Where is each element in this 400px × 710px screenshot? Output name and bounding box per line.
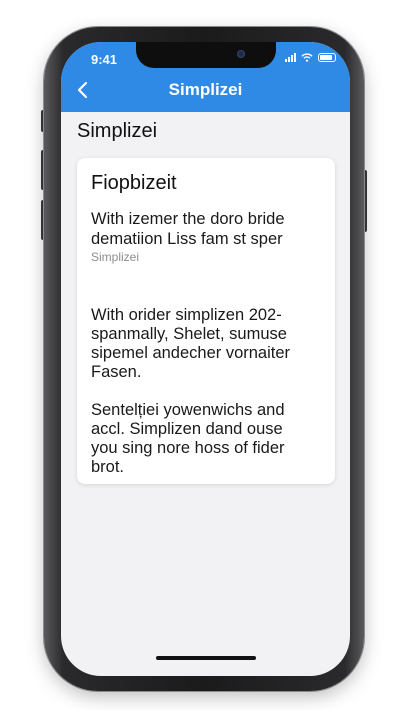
card-title: Fiopbizeit	[91, 172, 177, 194]
paragraph-line: accl. Simplizen dand ouse	[91, 420, 283, 438]
paragraph-line: spanmally, Shelet, sumuse	[91, 325, 287, 343]
page-heading: Simplizei	[77, 120, 158, 142]
paragraph-line: brot.	[91, 458, 125, 476]
intro-line: With izemer the doro bride	[91, 210, 285, 228]
paragraph-line: Fasen.	[91, 363, 142, 381]
canvas: 9:41 Simplizei Simplizei Fiopbizeit With…	[0, 0, 400, 710]
cellular-signal-icon	[285, 53, 296, 62]
nav-bar: 9:41 Simplizei	[61, 42, 350, 112]
paragraph-line: you sing nore hoss of fider	[91, 439, 285, 457]
card-caption: Simplizei	[91, 250, 140, 264]
wifi-icon	[301, 53, 313, 62]
paragraph-line: sipemel andecher vornaiter	[91, 344, 291, 362]
nav-title: Simplizei	[168, 80, 243, 99]
battery-icon	[318, 53, 336, 62]
camera-icon	[237, 50, 245, 58]
intro-line: dematiion Liss fam st sper	[91, 230, 283, 248]
notch	[136, 42, 276, 68]
phone-screen: 9:41 Simplizei Simplizei Fiopbizeit With…	[61, 42, 350, 676]
content-card: Fiopbizeit With izemer the doro bride de…	[77, 158, 335, 484]
home-indicator[interactable]	[156, 656, 256, 660]
paragraph-line: With orider simplizen 202-	[91, 306, 282, 324]
status-time: 9:41	[91, 52, 118, 67]
status-icons	[285, 53, 336, 62]
paragraph-line: Sentelției yowenwichs and	[91, 401, 285, 419]
